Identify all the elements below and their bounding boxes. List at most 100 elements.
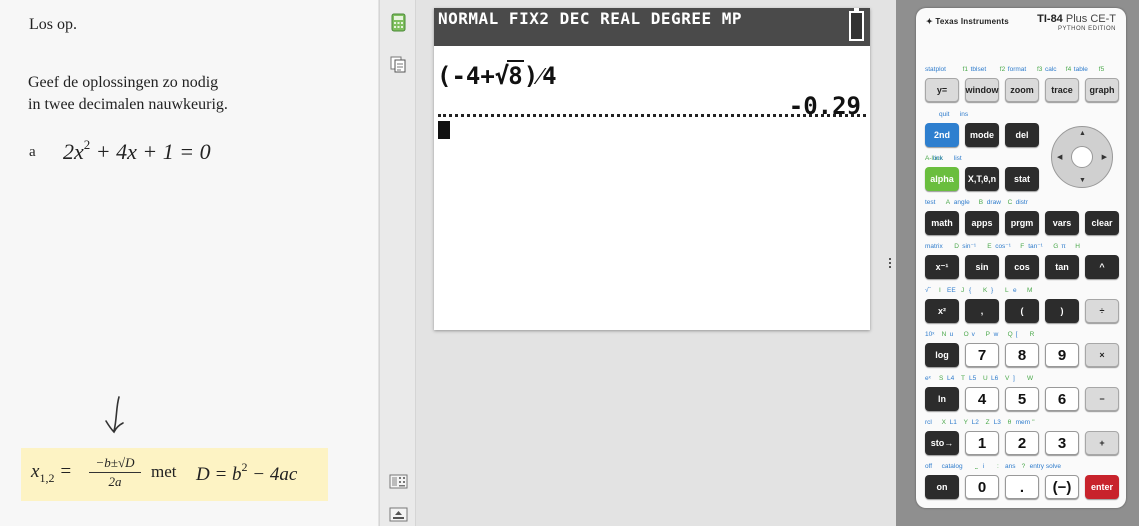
key-xtn[interactable]: X,T,θ,n (965, 167, 999, 191)
collapse-icon[interactable] (389, 505, 408, 524)
key-sym53[interactable]: ) (1045, 299, 1079, 323)
handwritten-arrow-icon (105, 396, 124, 434)
key-secondary-label: ⎵ (975, 463, 978, 470)
key-enter[interactable]: enter (1085, 475, 1119, 499)
key-secondary-label: draw (986, 199, 1001, 206)
exercise-title: Los op. (29, 16, 77, 33)
key-secondary-label: EE (947, 287, 956, 294)
key-y[interactable]: y= (925, 78, 959, 102)
key-secondary-label: L2 (971, 419, 979, 426)
key-x[interactable]: x⁻¹ (925, 255, 959, 279)
key-ln[interactable]: ln (925, 387, 959, 411)
arrow-pad-center (1071, 146, 1093, 168)
arrow-left-icon[interactable]: ◀ (1057, 153, 1062, 161)
key-secondary-label: N (941, 331, 947, 338)
key-6[interactable]: 6 (1045, 387, 1079, 411)
key-secondary-label: catalog (941, 463, 963, 470)
key-secondary-label: Y (963, 419, 968, 426)
key-sym84[interactable]: + (1085, 431, 1119, 455)
key-tan[interactable]: tan (1045, 255, 1079, 279)
brand-name: Texas Instruments (935, 17, 1009, 26)
abc-formula-box: x1,2 = −b±√D 2a met D = b2 − 4ac (21, 448, 328, 501)
key-prgm[interactable]: prgm (1005, 211, 1039, 235)
key-secondary-label: L (1005, 287, 1009, 294)
model-name: TI-84 Plus CE-T (1037, 13, 1116, 25)
key-cos[interactable]: cos (1005, 255, 1039, 279)
key-alpha[interactable]: alpha (925, 167, 959, 191)
key-sym54[interactable]: ÷ (1085, 299, 1119, 323)
key-zoom[interactable]: zoom (1005, 78, 1039, 102)
key-secondary-label: { (969, 287, 972, 294)
key-stat[interactable]: stat (1005, 167, 1039, 191)
key-secondary-label: W (1027, 375, 1034, 382)
key-secondary-label: statplot (925, 66, 946, 73)
discriminant-lhs: D = b (196, 464, 242, 485)
panel-resize-handle[interactable] (887, 256, 893, 270)
key-secondary-label: ] (1013, 375, 1015, 382)
key-secondary-label: [ (1015, 331, 1018, 338)
formula-subscript: 1,2 (39, 470, 55, 485)
key-mode[interactable]: mode (965, 123, 999, 147)
model-main: TI-84 (1037, 13, 1063, 25)
key-secondary-label: format (1007, 66, 1027, 73)
key-secondary-label: : (997, 463, 999, 470)
key-sin[interactable]: sin (965, 255, 999, 279)
key-vars[interactable]: vars (1045, 211, 1079, 235)
key-secondary-label: F (1020, 243, 1025, 250)
key-secondary-label: eˣ (925, 375, 931, 382)
key-2nd[interactable]: 2nd (925, 123, 959, 147)
formula-denominator: 2a (108, 474, 122, 489)
calculator-icon[interactable] (389, 13, 408, 32)
key-secondary-label: √‾ (925, 287, 931, 294)
key-secondary-label: quit (939, 111, 950, 118)
formula-lhs: x1,2 = (31, 461, 72, 486)
key-sym93[interactable]: (−) (1045, 475, 1079, 499)
question-label: a (29, 144, 36, 160)
key-secondary-label: distr (1015, 199, 1028, 206)
key-9[interactable]: 9 (1045, 343, 1079, 367)
expression-prefix: (-4+ (437, 62, 495, 90)
expression-suffix: )⁄4 (523, 62, 557, 90)
key-0[interactable]: 0 (965, 475, 999, 499)
key-secondary-label: f3 (1037, 66, 1043, 73)
key-7[interactable]: 7 (965, 343, 999, 367)
key-sto[interactable]: sto→ (925, 431, 959, 455)
key-on[interactable]: on (925, 475, 959, 499)
key-secondary-label: L3 (993, 419, 1001, 426)
key-clear[interactable]: clear (1085, 211, 1119, 235)
arrow-pad[interactable]: ▲ ▼ ◀ ▶ (1051, 126, 1113, 188)
key-sym74[interactable]: − (1085, 387, 1119, 411)
key-sym64[interactable]: × (1085, 343, 1119, 367)
key-sym52[interactable]: ( (1005, 299, 1039, 323)
key-secondary-label: L6 (991, 375, 999, 382)
key-4[interactable]: 4 (965, 387, 999, 411)
key-sym92[interactable]: . (1005, 475, 1039, 499)
key-3[interactable]: 3 (1045, 431, 1079, 455)
key-8[interactable]: 8 (1005, 343, 1039, 367)
copy-icon[interactable] (389, 55, 408, 74)
key-secondary-label: L5 (969, 375, 977, 382)
key-secondary-label: R (1029, 331, 1035, 338)
key-2[interactable]: 2 (1005, 431, 1039, 455)
key-secondary-label: P (985, 331, 990, 338)
key-sym51[interactable]: , (965, 299, 999, 323)
keypad-layout-icon[interactable] (389, 472, 408, 491)
arrow-right-icon[interactable]: ▶ (1102, 153, 1107, 161)
key-math[interactable]: math (925, 211, 959, 235)
key-1[interactable]: 1 (965, 431, 999, 455)
key-5[interactable]: 5 (1005, 387, 1039, 411)
calculator-screen[interactable]: NORMAL FIX2 DEC REAL DEGREE MP (-4+√8)⁄4… (434, 8, 870, 330)
key-window[interactable]: window (965, 78, 999, 102)
arrow-down-icon[interactable]: ▼ (1079, 177, 1086, 184)
key-trace[interactable]: trace (1045, 78, 1079, 102)
key-graph[interactable]: graph (1085, 78, 1119, 102)
key-x[interactable]: x² (925, 299, 959, 323)
key-log[interactable]: log (925, 343, 959, 367)
key-del[interactable]: del (1005, 123, 1039, 147)
key-apps[interactable]: apps (965, 211, 999, 235)
arrow-up-icon[interactable]: ▲ (1079, 130, 1086, 137)
key-sym44[interactable]: ^ (1085, 255, 1119, 279)
key-secondary-label: Q (1007, 331, 1013, 338)
key-secondary-label: matrix (925, 243, 943, 250)
key-secondary-label: X (941, 419, 946, 426)
